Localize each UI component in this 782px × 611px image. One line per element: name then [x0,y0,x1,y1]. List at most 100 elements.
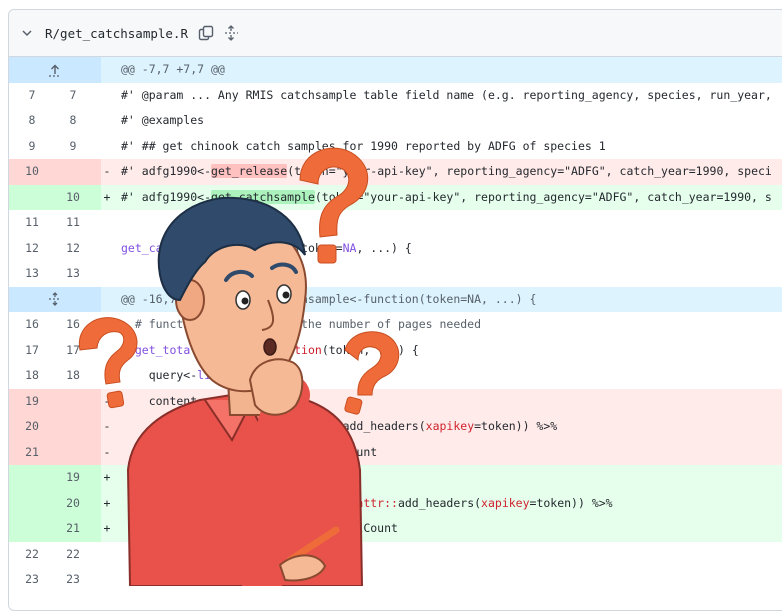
code-token: , ...) { [356,240,412,255]
new-line-number[interactable]: 22 [50,542,96,568]
diff-line: 21 - $totalCount [9,439,782,466]
code-token: $totalCount [121,444,378,459]
new-line-number[interactable] [50,440,96,466]
new-line-number[interactable] [50,414,96,440]
diff-rows: @@ -7,7 +7,7 @@ 7 7 #' @param ... Any RMIS … [9,57,782,593]
old-line-number[interactable]: 13 [9,261,55,287]
hunk-header: @@ -16,7 +16,7 @@ get_catchsample<-funct… [9,286,782,312]
old-line-number[interactable]: 16 [9,312,55,338]
code-text: #' adfg1990<-get_catchsample(token="your… [121,185,772,211]
old-line-number[interactable]: 12 [9,236,55,262]
file-path[interactable]: R/get_catchsample.R [45,26,188,41]
copy-icon[interactable] [198,25,214,41]
old-line-number[interactable]: 18 [9,363,55,389]
new-line-number[interactable]: 18 [50,363,96,389]
diff-sign: - [103,164,111,178]
old-line-number[interactable]: 11 [9,210,55,236]
diff-sign: + [103,495,111,510]
code-token: xapikey [481,495,530,510]
chevron-down-icon[interactable] [21,27,35,39]
old-line-number[interactable]: 8 [9,108,55,134]
expand-both-icon[interactable] [9,286,101,312]
diff-sign: - [103,444,111,459]
code-token: content<- [121,393,212,408]
new-line-number[interactable]: 17 [50,338,96,364]
code-token: #' adfg1990<- [121,164,212,178]
code-token: get_catchsample [121,240,225,255]
old-line-number[interactable] [9,516,55,542]
code-token: status()$totalCount [121,521,398,535]
old-line-number[interactable]: 19 [9,389,55,415]
new-line-number[interactable]: 21 [50,516,96,542]
code-token: (...) [224,368,260,382]
code-token: #' @examples [121,113,205,127]
code-token: #' @param ... Any RMIS catchsample table… [121,87,772,102]
code-token: (token= [294,240,343,255]
code-token: # function to determine the number of pa… [121,317,482,331]
new-line-number[interactable]: 12 [50,236,96,262]
code-text: get_catchsample<-function(token=NA, ...)… [121,236,412,262]
code-text: query<-list(...) [121,363,260,389]
new-line-number[interactable] [50,389,96,415]
code-token: xapikey [425,419,475,433]
diff-line: 11 11 [9,210,782,236]
code-text: status()$totalCount [121,516,398,542]
new-line-number[interactable]: 9 [50,134,96,160]
code-token: query=query, [121,495,357,510]
code-token: (token, ...) { [321,342,419,357]
code-text: httr::add_headers(xapikey=token)) %>% [121,414,557,440]
diff-view: R/get_catchsample.R @@ -7,7 +7,7 @@ 7 7 #' … [8,9,782,611]
old-line-number[interactable] [9,185,55,211]
code-text: content<- [121,389,211,415]
code-text: get_total_records<-function(token, ...) … [121,338,419,364]
new-line-number[interactable]: 16 [50,312,96,338]
diff-line: 17 17 get_total_records<-function(token, … [9,338,782,364]
new-line-number[interactable]: 20 [50,491,96,517]
code-token: #' adfg1990<- [121,189,212,204]
old-line-number[interactable]: 21 [9,440,55,466]
new-line-number[interactable]: 7 [50,83,96,109]
old-line-number[interactable]: 9 [9,134,55,160]
old-line-number[interactable] [9,491,55,517]
new-line-number[interactable]: 19 [50,465,96,491]
hunk-header-text: @@ -16,7 +16,7 @@ get_catchsample<-funct… [121,291,537,306]
new-line-number[interactable]: 11 [50,210,96,236]
diff-line: 21 + status()$totalCount [9,516,782,542]
diff-line: 18 18 query<-list(...) [9,363,782,389]
code-token: #' ## get chinook catch samples for 1990… [121,138,606,153]
diff-line: 20 - httr::add_headers(xapikey=token)) %>… [9,414,782,440]
diff-sign: - [103,419,111,433]
code-token: NA [342,240,357,255]
code-token: get_total_records [134,342,253,357]
new-line-number[interactable]: 13 [50,261,96,287]
old-line-number[interactable]: 17 [9,338,55,364]
diff-line: 23 23 [9,567,782,593]
hunk-header-text: @@ -7,7 +7,7 @@ [121,62,225,76]
diff-line: 7 7 #' @param ... Any RMIS catchsample tab… [9,83,782,109]
new-line-number[interactable]: 8 [50,108,96,134]
new-line-number[interactable]: 10 [50,185,96,211]
code-token: <- [252,342,267,357]
diff-line: 10 - #' adfg1990<-get_release(token="your-… [9,159,782,185]
diff-sign: - [103,393,111,408]
code-text: #' @examples [121,108,204,134]
expand-up-icon[interactable] [9,57,101,83]
diff-line: 16 16 # function to determine the number … [9,312,782,338]
code-token: function [238,240,295,255]
old-line-number[interactable]: 23 [9,567,55,593]
diff-line: 19 - content<- [9,388,782,415]
diff-line: 13 13 [9,261,782,287]
expand-all-icon[interactable] [224,25,238,41]
new-line-number[interactable] [50,159,96,185]
old-line-number[interactable]: 7 [9,83,55,109]
old-line-number[interactable]: 20 [9,414,55,440]
new-line-number[interactable]: 23 [50,567,96,593]
diff-line: 22 22 [9,542,782,568]
old-line-number[interactable] [9,465,55,491]
old-line-number[interactable]: 10 [9,159,55,185]
code-text: query=query, httr::add_headers(xapikey=t… [121,491,612,517]
diff-line: 19 + [9,465,782,491]
old-line-number[interactable]: 22 [9,542,55,568]
